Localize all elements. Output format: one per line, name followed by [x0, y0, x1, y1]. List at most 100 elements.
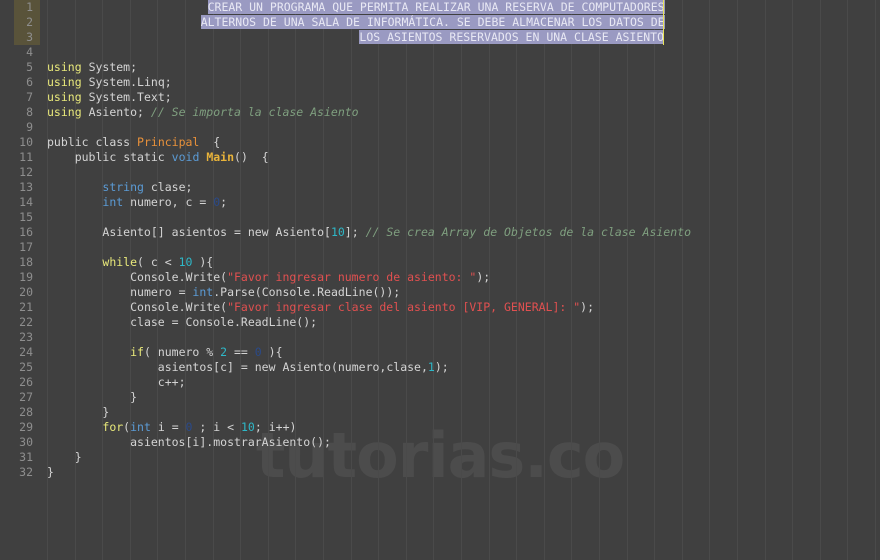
identifier: c: [220, 360, 228, 374]
identifier: System: [88, 75, 131, 89]
code-line[interactable]: using System.Text;: [47, 90, 172, 105]
identifier: i: [192, 435, 200, 449]
keyword-type: void: [171, 150, 200, 164]
numeric-literal: 10: [330, 225, 345, 239]
keyword-control: if: [130, 345, 144, 359]
identifier: Linq: [137, 75, 165, 89]
code-comment: // Se importa la clase Asiento: [150, 105, 359, 119]
identifier: Console: [261, 285, 311, 299]
code-line[interactable]: clase = Console.ReadLine();: [47, 315, 317, 330]
keyword: new: [254, 360, 276, 374]
code-line[interactable]: Console.Write("Favor ingresar numero de …: [47, 270, 490, 285]
identifier: mostrarAsiento: [213, 435, 311, 449]
numeric-literal: 10: [240, 420, 255, 434]
keyword-using: using: [47, 75, 82, 89]
keyword-using: using: [47, 105, 82, 119]
code-line[interactable]: Console.Write("Favor ingresar clase del …: [47, 300, 594, 315]
selected-text-line[interactable]: ALTERNOS DE UNA SALA DE INFORMÁTICA. SE …: [200, 15, 665, 30]
code-line[interactable]: }: [47, 405, 109, 420]
identifier: numero: [130, 195, 172, 209]
identifier: Write: [185, 270, 221, 284]
keyword: static: [123, 150, 165, 164]
selection-highlight: CREAR UN PROGRAMA QUE PERMITA REALIZAR U…: [207, 0, 665, 14]
identifier: Write: [185, 300, 221, 314]
code-line[interactable]: using Asiento; // Se importa la clase As…: [47, 105, 359, 120]
selected-text-line[interactable]: LOS ASIENTOS RESERVADOS EN UNA CLASE ASI…: [359, 30, 665, 45]
identifier: numero: [157, 345, 200, 359]
keyword-type: int: [102, 195, 124, 209]
identifier: System: [88, 60, 131, 74]
code-line[interactable]: public class Principal {: [47, 135, 220, 150]
keyword-control: for: [102, 420, 124, 434]
code-line[interactable]: }: [47, 390, 137, 405]
identifier: clase: [130, 315, 165, 329]
identifier: c: [150, 255, 158, 269]
code-line[interactable]: string clase;: [47, 180, 192, 195]
code-line[interactable]: if( numero % 2 == 0 ){: [47, 345, 282, 360]
code-surface[interactable]: using System; using System.Linq; using Sys…: [0, 0, 880, 560]
code-comment: // Se crea Array de Objetos de la clase …: [365, 225, 691, 239]
code-line[interactable]: }: [47, 450, 82, 465]
keyword: public: [47, 135, 89, 149]
code-line[interactable]: c++;: [47, 375, 186, 390]
identifier: ReadLine: [317, 285, 373, 299]
code-line[interactable]: using System.Linq;: [47, 75, 172, 90]
keyword-type: string: [102, 180, 144, 194]
code-line[interactable]: public static void Main() {: [47, 150, 269, 165]
class-name: Principal: [137, 135, 200, 149]
code-line[interactable]: }: [47, 465, 54, 480]
identifier: numero: [337, 360, 380, 374]
keyword: new: [247, 225, 269, 239]
keyword: public: [74, 150, 117, 164]
identifier: Console: [130, 270, 179, 284]
selection-highlight: ALTERNOS DE UNA SALA DE INFORMÁTICA. SE …: [200, 15, 665, 29]
code-line[interactable]: asientos[c] = new Asiento(numero,clase,1…: [47, 360, 449, 375]
keyword-using: using: [47, 90, 82, 104]
identifier: Console: [185, 315, 234, 329]
identifier: Asiento: [102, 225, 151, 239]
identifier: c: [157, 375, 165, 389]
identifier: Asiento: [88, 105, 138, 119]
numeric-literal: 0: [254, 345, 262, 359]
identifier: i: [268, 420, 276, 434]
code-line[interactable]: for(int i = 0 ; i < 10; i++): [47, 420, 296, 435]
selection-highlight: LOS ASIENTOS RESERVADOS EN UNA CLASE ASI…: [359, 30, 665, 44]
keyword-using: using: [47, 60, 82, 74]
keyword-control: while: [102, 255, 138, 269]
code-editor[interactable]: tutorias.co 1 2 3 4 5 6 7 8 9 10 11 12 13 14 15 16 17 18 1…: [0, 0, 880, 560]
numeric-literal: 0: [185, 420, 193, 434]
string-literal: "Favor ingresar clase del asiento [VIP, …: [227, 300, 581, 314]
identifier: System: [88, 90, 131, 104]
identifier: clase: [150, 180, 186, 194]
code-line[interactable]: int numero, c = 0;: [47, 195, 227, 210]
identifier: ReadLine: [240, 315, 297, 329]
identifier: Console: [130, 300, 179, 314]
numeric-literal: 2: [220, 345, 228, 359]
identifier: Text: [137, 90, 165, 104]
identifier: Parse: [220, 285, 255, 299]
keyword: class: [95, 135, 131, 149]
identifier: Asiento: [275, 225, 324, 239]
identifier: numero: [130, 285, 172, 299]
code-line[interactable]: using System;: [47, 60, 137, 75]
keyword-type: int: [192, 285, 214, 299]
keyword-type: int: [130, 420, 151, 434]
identifier: asientos: [157, 360, 214, 374]
numeric-literal: 1: [427, 360, 435, 374]
identifier: Asiento: [282, 360, 331, 374]
identifier: clase: [386, 360, 421, 374]
text-caret: [663, 0, 664, 45]
selected-text-line[interactable]: CREAR UN PROGRAMA QUE PERMITA REALIZAR U…: [207, 0, 665, 15]
code-line[interactable]: while( c < 10 ){: [47, 255, 213, 270]
numeric-literal: 10: [178, 255, 193, 269]
string-literal: "Favor ingresar numero de asiento: ": [227, 270, 477, 284]
identifier: asientos: [171, 225, 228, 239]
identifier: asientos: [130, 435, 186, 449]
numeric-literal: 0: [213, 195, 221, 209]
code-line[interactable]: numero = int.Parse(Console.ReadLine());: [47, 285, 400, 300]
identifier: i: [213, 420, 221, 434]
code-line[interactable]: asientos[i].mostrarAsiento();: [47, 435, 331, 450]
code-line[interactable]: Asiento[] asientos = new Asiento[10]; //…: [47, 225, 691, 240]
method-name: Main: [206, 150, 235, 164]
identifier: c: [185, 195, 193, 209]
